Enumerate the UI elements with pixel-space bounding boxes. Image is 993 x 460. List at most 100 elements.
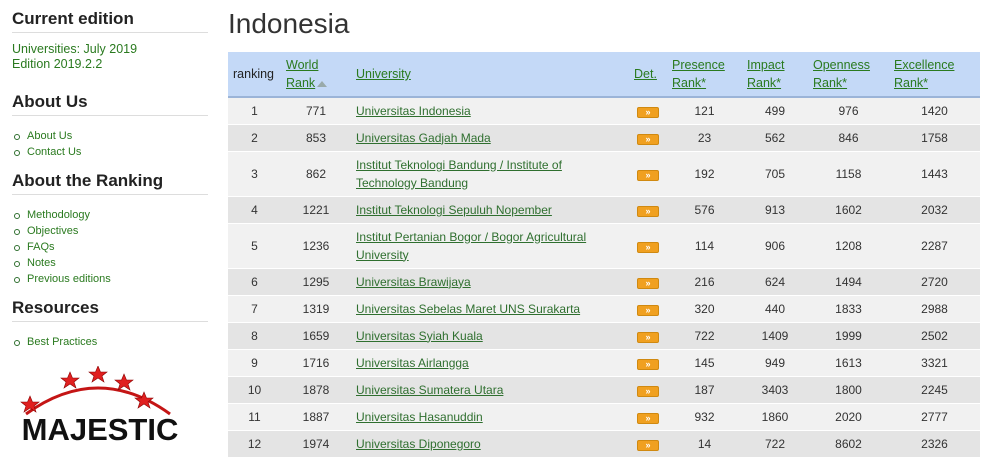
cell-det[interactable]: » xyxy=(629,376,667,404)
cell-det[interactable]: » xyxy=(629,97,667,125)
table-row: 12 1974 Universitas Diponegoro » 14 722 8602 23… xyxy=(228,430,980,458)
cell-university[interactable]: Universitas Sebelas Maret UNS Surakarta xyxy=(351,295,629,323)
cell-world-rank: 853 xyxy=(281,124,351,152)
table-row: 3 862 Institut Teknologi Bandung / Institu… xyxy=(228,151,980,197)
cell-university[interactable]: Universitas Hasanuddin xyxy=(351,403,629,431)
cell-world-rank: 1221 xyxy=(281,196,351,224)
details-arrow-icon[interactable]: » xyxy=(637,358,659,370)
nav-item-best-practices[interactable]: Best Practices xyxy=(14,334,208,350)
details-arrow-icon[interactable]: » xyxy=(637,133,659,145)
details-arrow-icon[interactable]: » xyxy=(637,304,659,316)
university-sort-link[interactable]: University xyxy=(356,67,411,81)
table-body: 1 771 Universitas Indonesia» 121 499 976 1420 2… xyxy=(228,97,980,458)
ranking-table: ranking World Rank University Det. Prese… xyxy=(228,52,980,458)
cell-ranking: 8 xyxy=(228,322,281,350)
nav-link[interactable]: Contact Us xyxy=(27,146,81,158)
cell-impact: 3403 xyxy=(742,376,808,404)
nav-link[interactable]: FAQs xyxy=(27,241,55,253)
edition-universities: Universities: July 2019 xyxy=(12,42,138,56)
cell-det[interactable]: » xyxy=(629,223,667,269)
university-link[interactable]: Universitas Brawijaya xyxy=(356,275,471,289)
university-link[interactable]: Universitas Airlangga xyxy=(356,356,469,370)
cell-ranking: 1 xyxy=(228,97,281,125)
col-university[interactable]: University xyxy=(351,52,629,98)
cell-university[interactable]: Universitas Indonesia xyxy=(351,97,629,125)
excellence-sort-link[interactable]: Excellence Rank* xyxy=(894,58,954,90)
university-link[interactable]: Universitas Gadjah Mada xyxy=(356,131,491,145)
det-link[interactable]: Det. xyxy=(634,67,657,81)
nav-link[interactable]: Objectives xyxy=(27,225,78,237)
university-link[interactable]: Institut Pertanian Bogor / Bogor Agricul… xyxy=(356,230,586,262)
nav-item-notes[interactable]: Notes xyxy=(14,255,208,271)
cell-impact: 440 xyxy=(742,295,808,323)
col-excellence[interactable]: Excellence Rank* xyxy=(889,52,980,98)
cell-det[interactable]: » xyxy=(629,430,667,458)
nav-link[interactable]: About Us xyxy=(27,130,72,142)
cell-det[interactable]: » xyxy=(629,196,667,224)
col-openness[interactable]: Openness Rank* xyxy=(808,52,889,98)
details-arrow-icon[interactable]: » xyxy=(637,439,659,451)
cell-university[interactable]: Universitas Diponegoro xyxy=(351,430,629,458)
details-arrow-icon[interactable]: » xyxy=(637,412,659,424)
details-arrow-icon[interactable]: » xyxy=(637,385,659,397)
cell-presence: 121 xyxy=(667,97,742,125)
nav-item-contact-us[interactable]: Contact Us xyxy=(14,144,208,160)
details-arrow-icon[interactable]: » xyxy=(637,277,659,289)
nav-item-previous-editions[interactable]: Previous editions xyxy=(14,271,208,287)
cell-world-rank: 862 xyxy=(281,151,351,197)
university-link[interactable]: Universitas Syiah Kuala xyxy=(356,329,483,343)
details-arrow-icon[interactable]: » xyxy=(637,106,659,118)
col-world-rank[interactable]: World Rank xyxy=(281,52,351,98)
table-row: 10 1878 Universitas Sumatera Utara » 187 3403… xyxy=(228,376,980,404)
world-rank-sort-link[interactable]: World Rank xyxy=(286,58,318,90)
col-presence[interactable]: Presence Rank* xyxy=(667,52,742,98)
cell-det[interactable]: » xyxy=(629,151,667,197)
col-impact[interactable]: Impact Rank* xyxy=(742,52,808,98)
nav-link[interactable]: Best Practices xyxy=(27,336,97,348)
cell-det[interactable]: » xyxy=(629,295,667,323)
majestic-logo[interactable]: MAJESTIC xyxy=(18,366,183,446)
cell-university[interactable]: Universitas Brawijaya xyxy=(351,268,629,296)
nav-link[interactable]: Notes xyxy=(27,257,56,269)
cell-university[interactable]: Universitas Sumatera Utara xyxy=(351,376,629,404)
nav-link[interactable]: Previous editions xyxy=(27,273,111,285)
cell-university[interactable]: Universitas Gadjah Mada xyxy=(351,124,629,152)
cell-det[interactable]: » xyxy=(629,268,667,296)
details-arrow-icon[interactable]: » xyxy=(637,169,659,181)
table-row: 5 1236 Institut Pertanian Bogor / Bogor Ag… xyxy=(228,223,980,269)
nav-item-about-us[interactable]: About Us xyxy=(14,128,208,144)
university-link[interactable]: Institut Teknologi Sepuluh Nopember xyxy=(356,203,552,217)
details-arrow-icon[interactable]: » xyxy=(637,205,659,217)
details-arrow-icon[interactable]: » xyxy=(637,241,659,253)
cell-det[interactable]: » xyxy=(629,349,667,377)
cell-presence: 576 xyxy=(667,196,742,224)
presence-sort-link[interactable]: Presence Rank* xyxy=(672,58,725,90)
openness-sort-link[interactable]: Openness Rank* xyxy=(813,58,870,90)
university-link[interactable]: Universitas Hasanuddin xyxy=(356,410,483,424)
cell-det[interactable]: » xyxy=(629,403,667,431)
nav-link[interactable]: Methodology xyxy=(27,209,90,221)
nav-item-methodology[interactable]: Methodology xyxy=(14,207,208,223)
cell-det[interactable]: » xyxy=(629,322,667,350)
cell-impact: 722 xyxy=(742,430,808,458)
university-link[interactable]: Universitas Sumatera Utara xyxy=(356,383,503,397)
university-link[interactable]: Universitas Diponegoro xyxy=(356,437,481,451)
cell-university[interactable]: Institut Teknologi Sepuluh Nopember xyxy=(351,196,629,224)
details-arrow-icon[interactable]: » xyxy=(637,331,659,343)
cell-university[interactable]: Institut Teknologi Bandung / Institute o… xyxy=(351,151,629,197)
university-link[interactable]: Universitas Sebelas Maret UNS Surakarta xyxy=(356,302,580,316)
university-link[interactable]: Universitas Indonesia xyxy=(356,104,471,118)
cell-university[interactable]: Institut Pertanian Bogor / Bogor Agricul… xyxy=(351,223,629,269)
nav-item-faqs[interactable]: FAQs xyxy=(14,239,208,255)
impact-sort-link[interactable]: Impact Rank* xyxy=(747,58,785,90)
cell-det[interactable]: » xyxy=(629,124,667,152)
sort-up-icon[interactable] xyxy=(317,80,328,87)
cell-impact: 949 xyxy=(742,349,808,377)
cell-impact: 562 xyxy=(742,124,808,152)
nav-item-objectives[interactable]: Objectives xyxy=(14,223,208,239)
cell-university[interactable]: Universitas Syiah Kuala xyxy=(351,322,629,350)
cell-university[interactable]: Universitas Airlangga xyxy=(351,349,629,377)
cell-impact: 913 xyxy=(742,196,808,224)
col-det[interactable]: Det. xyxy=(629,52,667,98)
university-link[interactable]: Institut Teknologi Bandung / Institute o… xyxy=(356,158,562,190)
